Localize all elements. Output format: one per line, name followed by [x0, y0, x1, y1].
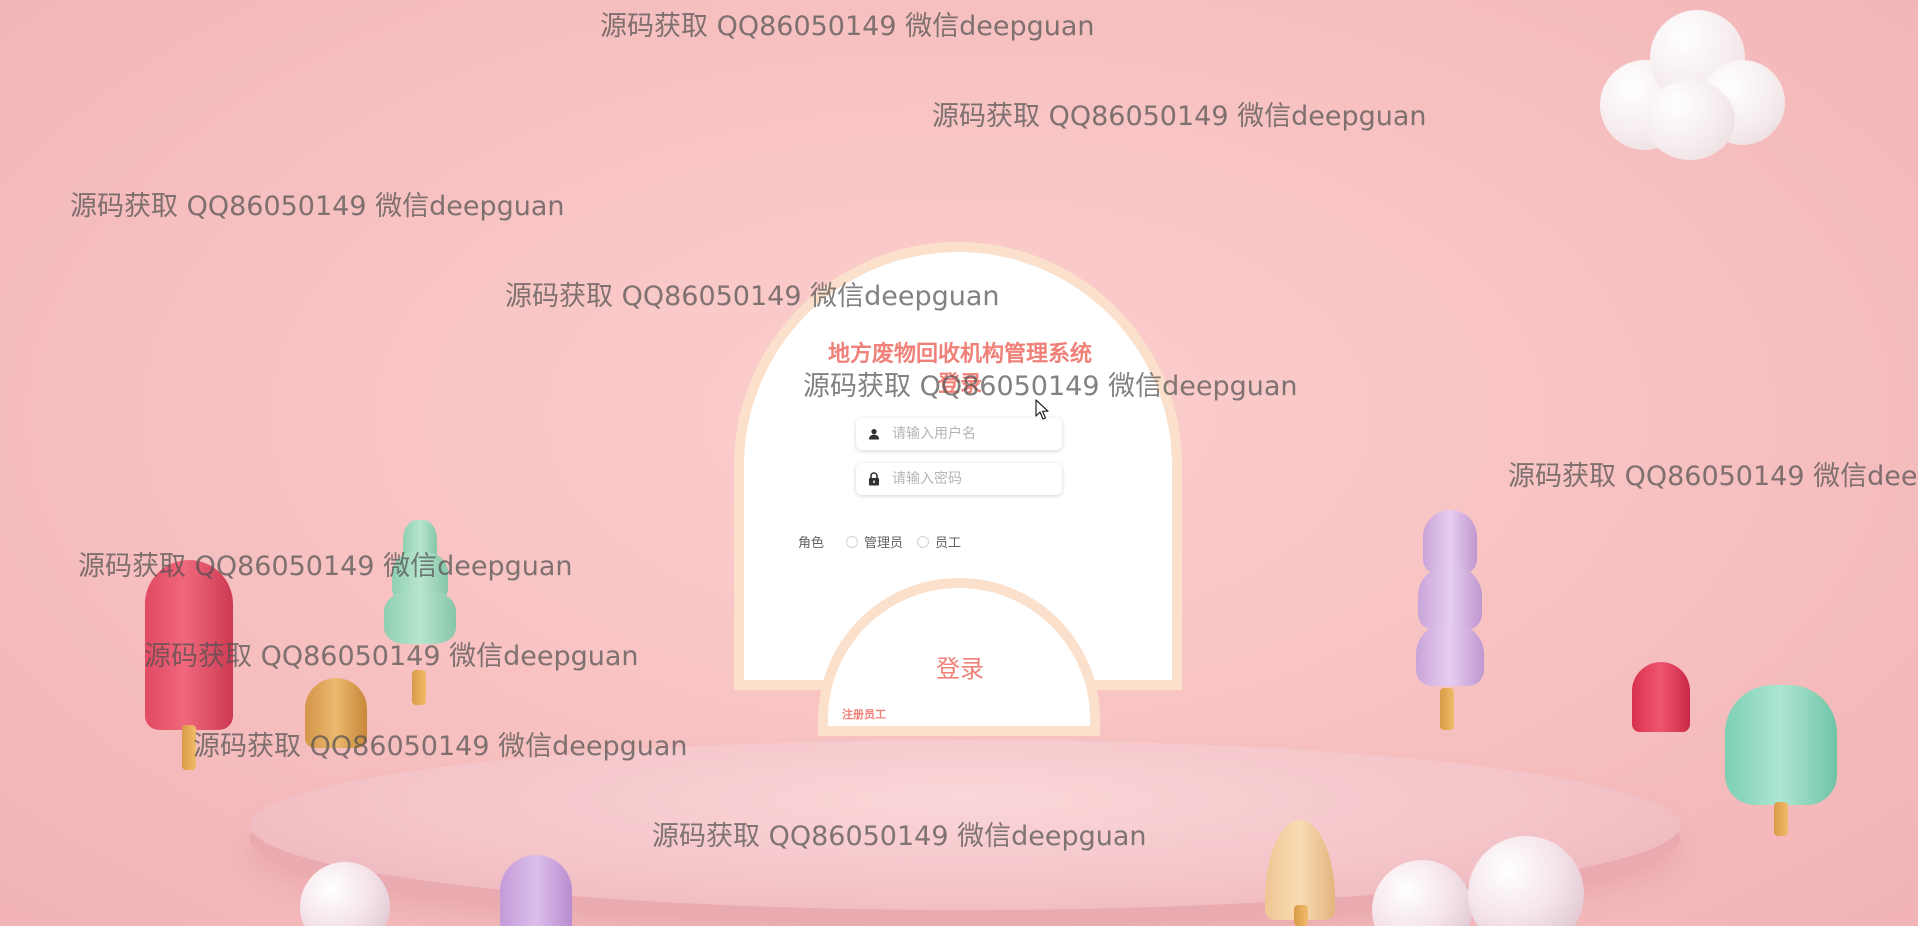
role-option-label: 员工: [935, 536, 962, 551]
password-field[interactable]: [856, 463, 1062, 495]
role-selector: 角色 管理员 员工: [798, 532, 975, 551]
orange-dome-decoration: [305, 678, 367, 748]
cloud-decoration: [1590, 10, 1790, 160]
role-radio-admin[interactable]: 管理员: [846, 532, 903, 551]
radio-circle[interactable]: [846, 535, 859, 548]
username-input[interactable]: [892, 420, 1052, 448]
register-staff-link[interactable]: 注册员工: [842, 706, 886, 722]
page-title: 地方废物回收机构管理系统登录: [827, 342, 1092, 397]
mint-popsicle-decoration: [1725, 685, 1837, 805]
purple-dome-decoration: [500, 855, 572, 926]
watermark-text: 源码获取 QQ86050149 微信deepguan: [78, 551, 573, 582]
purple-stack-decoration: [1410, 510, 1490, 700]
red-dome-decoration: [1632, 662, 1690, 732]
green-tree-decoration: [380, 520, 460, 670]
watermark-text: 源码获取 QQ86050149 微信deepguan: [70, 191, 565, 222]
watermark-text: 源码获取 QQ86050149 微信deepguan: [1508, 461, 1918, 492]
login-button[interactable]: 登录: [900, 646, 1020, 686]
mint-stick: [1774, 802, 1788, 836]
red-popsicle-decoration: [145, 560, 233, 730]
purple-stick: [1440, 688, 1454, 730]
password-input[interactable]: [892, 465, 1052, 493]
lock-icon: [856, 463, 892, 495]
cone-stick: [1294, 905, 1308, 926]
role-option-label: 管理员: [864, 536, 904, 551]
watermark-text: 源码获取 QQ86050149 微信deepguan: [932, 101, 1427, 132]
role-label: 角色: [798, 536, 825, 551]
tree-stick: [412, 670, 426, 705]
radio-circle[interactable]: [917, 535, 930, 548]
mouse-cursor-icon: [1035, 399, 1049, 420]
user-icon: [856, 418, 892, 450]
login-page: 地方废物回收机构管理系统登录 角色 管理员 员工: [0, 0, 1918, 926]
watermark-text: 源码获取 QQ86050149 微信deepguan: [600, 11, 1095, 42]
popsicle-stick: [182, 725, 196, 770]
role-radio-staff[interactable]: 员工: [917, 532, 961, 551]
username-field[interactable]: [856, 418, 1062, 450]
